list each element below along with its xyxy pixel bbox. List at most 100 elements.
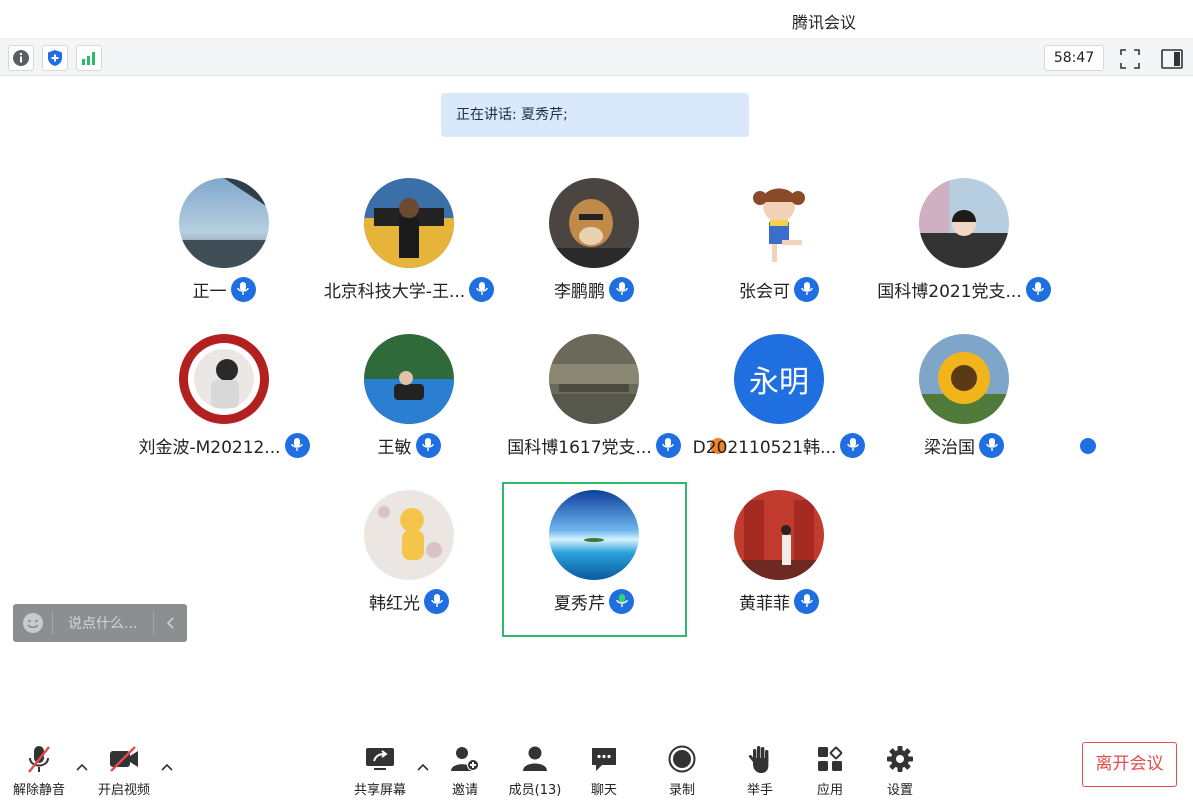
participant-name-row: 北京科技大学-王... [309,276,509,302]
participant-name-row: 李鹏鹏 [494,276,694,302]
participant-tile[interactable]: 王敏 [309,334,509,484]
video-options-button[interactable] [160,760,174,774]
settings-button[interactable]: 设置 [878,742,922,798]
participant-name: 刘金波-M20212... [138,437,281,458]
collapse-chat-button[interactable] [153,611,187,635]
chevron-up-icon [417,763,429,771]
participant-name-row: 刘金波-M20212... [124,432,324,458]
gear-icon [887,746,913,772]
security-button[interactable] [42,45,68,71]
shield-icon [48,50,62,66]
participant-tile[interactable]: 张会可 [679,178,879,328]
chevron-left-icon [166,617,174,629]
avatar [549,334,639,424]
avatar: 永明 [734,334,824,424]
emoji-button[interactable] [13,611,53,635]
title-bar: 腾讯会议 [0,0,1193,38]
participant-name-row: 王敏 [309,432,509,458]
apps-label: 应用 [816,783,843,798]
fullscreen-icon [1120,49,1140,69]
chat-button[interactable]: 聊天 [582,742,626,798]
mic-speaking-icon [609,588,634,614]
participant-tile[interactable]: 正一 [124,178,324,328]
participant-tile[interactable]: 国科博1617党支... [494,334,694,484]
participant-tile[interactable]: 北京科技大学-王... [309,178,728,456]
avatar [179,334,269,424]
participant-name: 黄菲菲 [739,593,790,614]
mic-icon [609,276,634,302]
chat-quick-input[interactable]: 说点什么... [13,604,187,642]
meeting-window: 腾讯会议 58:47 正在讲话: 夏秀芹; 正一 北京科技大学-王... 李鹏鹏… [0,0,1193,800]
participant-name: 张会可 [739,281,790,302]
participant-tile[interactable]: 国科博2021党支... [864,178,1064,328]
mic-icon [424,588,449,614]
chat-input-placeholder[interactable]: 说点什么... [53,613,153,633]
chevron-up-icon [161,763,173,771]
raise-hand-button[interactable]: 举手 [738,742,782,798]
share-screen-icon [366,748,394,770]
network-status-button[interactable] [76,45,102,71]
mic-icon [979,432,1004,458]
participant-tile[interactable]: 梁治国 [864,334,1064,484]
apps-button[interactable]: 应用 [808,742,852,798]
participant-name: 正一 [192,281,227,302]
mic-icon [655,432,681,458]
participant-tile[interactable]: 永明 D202110521韩... [679,334,879,484]
participant-name: 王敏 [377,437,412,458]
start-video-button[interactable]: 开启视频 [95,742,153,798]
co-host-badge-icon [1078,436,1098,456]
avatar [364,490,454,580]
members-button[interactable]: 成员(13) [506,742,564,798]
chat-label: 聊天 [590,783,617,798]
avatar [179,178,269,268]
participant-name-row: 夏秀芹 [494,588,694,614]
participant-tile[interactable]: 李鹏鹏 [494,178,1098,456]
audio-options-button[interactable] [75,760,89,774]
leave-meeting-button[interactable]: 离开会议 [1082,742,1177,787]
participant-tile[interactable]: 刘金波-M20212... [124,334,324,484]
window-title: 腾讯会议 [792,13,857,32]
participant-name: 北京科技大学-王... [323,281,466,302]
avatar [364,178,454,268]
avatar [364,334,454,424]
participant-name-row: D202110521韩... [679,432,879,458]
raise-hand-label: 举手 [746,783,773,798]
participant-name-row: 国科博1617党支... [494,432,694,458]
record-button[interactable]: 录制 [660,742,704,798]
members-icon [523,746,547,771]
record-label: 录制 [668,783,695,798]
avatar [549,178,639,268]
meeting-info-button[interactable] [8,45,34,71]
avatar [919,334,1009,424]
apps-grid-icon [818,746,843,771]
sidebar-panel-icon [1161,49,1183,69]
participant-name-row: 韩红光 [309,588,509,614]
start-video-label: 开启视频 [97,783,150,798]
share-screen-button[interactable]: 共享屏幕 [350,742,410,798]
sidebar-toggle-button[interactable] [1160,47,1184,71]
avatar [734,490,824,580]
avatar [549,490,639,580]
fullscreen-button[interactable] [1118,47,1142,71]
mic-icon [794,588,819,614]
participant-name: 国科博2021党支... [877,281,1022,302]
mic-icon [794,276,819,302]
meeting-timer: 58:47 [1044,45,1104,71]
participant-tile[interactable]: 韩红光 [309,490,509,640]
share-options-button[interactable] [416,760,430,774]
participant-tile-speaking[interactable]: 夏秀芹 [494,490,694,640]
unmute-button[interactable]: 解除静音 [10,742,68,798]
participant-name-row: 黄菲菲 [679,588,879,614]
mic-icon [415,432,441,458]
invite-button[interactable]: 邀请 [443,742,487,798]
participant-name-row: 张会可 [679,276,879,302]
avatar-initials: 永明 [749,365,809,400]
add-person-icon [451,747,479,771]
chat-bubble-icon [592,748,616,771]
participant-tile[interactable]: 黄菲菲 [679,490,879,640]
mic-icon [469,276,495,302]
mic-icon [840,432,866,458]
invite-label: 邀请 [451,783,478,798]
info-icon [13,50,29,66]
participant-name: 夏秀芹 [554,593,605,614]
